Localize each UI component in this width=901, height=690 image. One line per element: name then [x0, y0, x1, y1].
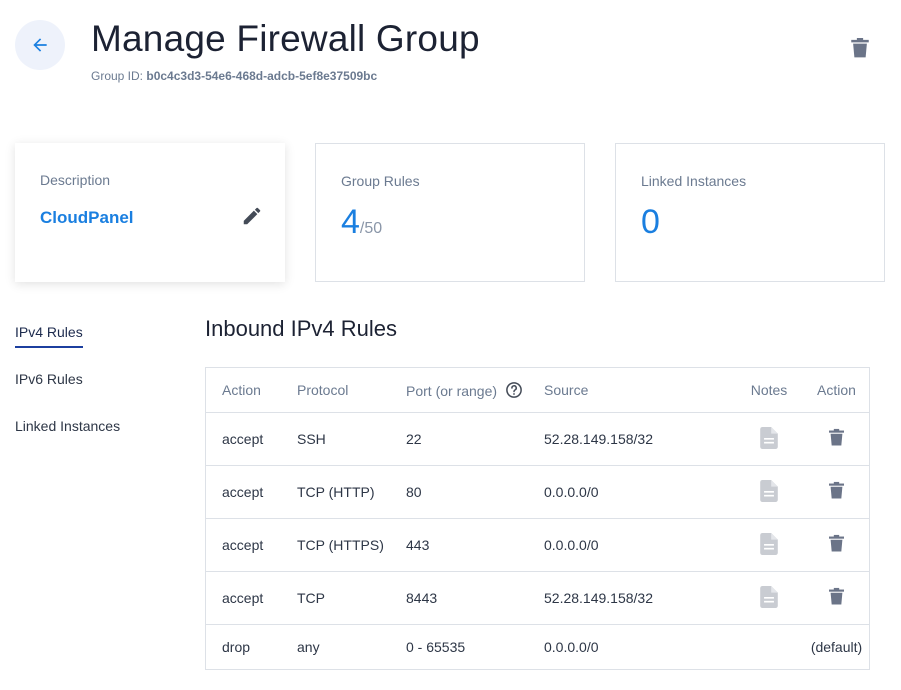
notes-button[interactable] — [760, 585, 778, 608]
cell-source: 52.28.149.158/32 — [544, 571, 734, 625]
description-value: CloudPanel — [40, 208, 134, 227]
notes-button[interactable] — [760, 532, 778, 555]
cell-action: accept — [205, 412, 297, 466]
group-id-label: Group ID: — [91, 69, 144, 83]
trash-icon — [829, 428, 844, 446]
cell-delete — [804, 518, 870, 572]
group-rules-count-wrap: 4/50 — [341, 203, 382, 242]
page-title: Manage Firewall Group — [91, 18, 480, 59]
document-icon — [760, 479, 778, 502]
cell-source: 52.28.149.158/32 — [544, 412, 734, 466]
group-rules-max: /50 — [359, 220, 383, 237]
cell-delete — [804, 412, 870, 466]
cell-notes — [734, 518, 804, 572]
edit-description-button[interactable] — [241, 205, 263, 227]
cell-notes — [734, 571, 804, 625]
cell-source: 0.0.0.0/0 — [544, 465, 734, 519]
arrow-left-icon — [33, 38, 47, 52]
cell-source: 0.0.0.0/0 — [544, 639, 599, 655]
table-row: accept TCP (HTTP) 80 0.0.0.0/0 — [205, 465, 870, 519]
cell-notes — [734, 465, 804, 519]
cell-port: 8443 — [406, 571, 544, 625]
group-id-value: b0c4c3d3-54e6-468d-adcb-5ef8e37509bc — [146, 69, 378, 83]
group-rules-count: 4 — [341, 203, 360, 241]
cell-action: accept — [205, 518, 297, 572]
header-protocol: Protocol — [297, 367, 406, 413]
notes-button[interactable] — [760, 426, 778, 449]
header-port: Port (or range) — [406, 367, 544, 413]
trash-icon — [829, 534, 844, 552]
description-label: Description — [40, 172, 111, 188]
nav-ipv6-rules[interactable]: IPv6 Rules — [15, 371, 120, 388]
linked-instances-card: Linked Instances 0 — [615, 143, 885, 282]
cell-default-label: (default) — [810, 639, 863, 655]
cell-port: 443 — [406, 518, 544, 572]
delete-rule-button[interactable] — [829, 481, 844, 500]
nav-linked-instances[interactable]: Linked Instances — [15, 418, 120, 435]
group-rules-card: Group Rules 4/50 — [315, 143, 585, 282]
question-circle-icon[interactable] — [505, 381, 523, 399]
cell-protocol: SSH — [297, 412, 406, 466]
cell-port: 0 - 65535 — [406, 639, 466, 655]
nav-ipv4-rules[interactable]: IPv4 Rules — [15, 324, 120, 348]
table-row: accept TCP 8443 52.28.149.158/32 — [205, 571, 870, 625]
cell-action: drop — [222, 639, 251, 655]
table-row: drop any 0 - 65535 0.0.0.0/0 (default) — [206, 625, 870, 670]
header-source: Source — [544, 367, 734, 413]
cell-source: 0.0.0.0/0 — [544, 518, 734, 572]
delete-rule-button[interactable] — [829, 534, 844, 553]
header-action: Action — [205, 367, 297, 413]
cell-notes — [734, 412, 804, 466]
group-id: Group ID: b0c4c3d3-54e6-468d-adcb-5ef8e3… — [91, 69, 377, 83]
document-icon — [760, 585, 778, 608]
linked-instances-count: 0 — [641, 203, 660, 241]
cell-port: 22 — [406, 412, 544, 466]
cell-protocol: TCP (HTTPS) — [297, 518, 406, 572]
table-row: accept TCP (HTTPS) 443 0.0.0.0/0 — [205, 518, 870, 572]
trash-icon — [851, 38, 869, 58]
delete-group-button[interactable] — [847, 35, 873, 61]
section-title: Inbound IPv4 Rules — [205, 316, 398, 341]
side-nav: IPv4 Rules IPv6 Rules Linked Instances — [15, 324, 120, 465]
group-rules-label: Group Rules — [341, 173, 420, 189]
header-notes: Notes — [734, 367, 804, 413]
header-delete-action: Action — [804, 367, 870, 413]
document-icon — [760, 426, 778, 449]
cell-delete — [804, 571, 870, 625]
cell-delete — [804, 465, 870, 519]
pencil-icon — [243, 207, 261, 225]
cell-action: accept — [205, 571, 297, 625]
table-row: accept SSH 22 52.28.149.158/32 — [205, 412, 870, 466]
notes-button[interactable] — [760, 479, 778, 502]
header-port-label: Port (or range) — [406, 383, 498, 399]
document-icon — [760, 532, 778, 555]
cell-port: 80 — [406, 465, 544, 519]
trash-icon — [829, 481, 844, 499]
rules-table: Action Protocol Port (or range) Source N… — [205, 367, 870, 670]
delete-rule-button[interactable] — [829, 587, 844, 606]
cell-protocol: any — [297, 639, 320, 655]
cell-protocol: TCP (HTTP) — [297, 465, 406, 519]
cell-notes-empty — [734, 625, 804, 670]
cell-action: accept — [205, 465, 297, 519]
description-card: Description CloudPanel — [15, 143, 285, 282]
delete-rule-button[interactable] — [829, 428, 844, 447]
table-header-row: Action Protocol Port (or range) Source N… — [205, 367, 870, 413]
linked-instances-label: Linked Instances — [641, 173, 747, 189]
back-button[interactable] — [15, 20, 65, 70]
trash-icon — [829, 587, 844, 605]
cell-protocol: TCP — [297, 571, 406, 625]
